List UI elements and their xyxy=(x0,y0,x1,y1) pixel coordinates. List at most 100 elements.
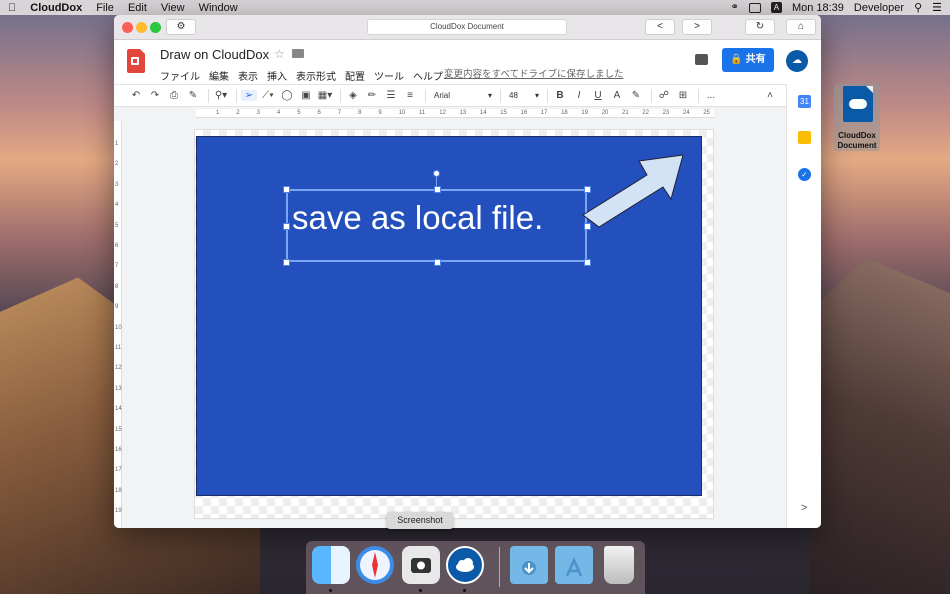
desert-dune-right xyxy=(810,257,950,594)
fill-color-icon[interactable]: ◈ xyxy=(345,90,361,101)
font-size-select[interactable]: 48 ▾ xyxy=(505,91,543,100)
account-avatar[interactable]: ☁ xyxy=(786,50,808,72)
ruler-tick-label: 18 xyxy=(115,487,122,494)
resize-handle-tl[interactable] xyxy=(283,186,290,193)
tasks-icon[interactable]: ✓ xyxy=(798,168,811,181)
drawings-logo-icon[interactable] xyxy=(127,49,145,73)
doc-menu-format[interactable]: 表示形式 xyxy=(296,68,336,83)
font-select[interactable]: Arial ▾ xyxy=(430,91,496,100)
doc-menu-insert[interactable]: 挿入 xyxy=(267,68,287,83)
collapse-toolbar-icon[interactable]: ˄ xyxy=(762,90,778,101)
clouddox-icon[interactable] xyxy=(446,546,484,584)
more-button[interactable]: ... xyxy=(703,90,719,101)
battery-icon[interactable] xyxy=(748,2,761,13)
resize-handle-l[interactable] xyxy=(283,223,290,230)
clouddox-document-icon xyxy=(843,86,873,122)
side-panel: 31 ✓ > xyxy=(786,84,821,528)
doc-menu-file[interactable]: ファイル xyxy=(160,68,200,83)
save-status-link[interactable]: 変更内容をすべてドライブに保存しました xyxy=(444,66,623,80)
lock-icon: 🔒 xyxy=(730,54,743,65)
folder-icon[interactable] xyxy=(292,49,304,58)
notification-center-icon[interactable]: ☰ xyxy=(932,1,942,14)
zoom-icon[interactable]: ⚲▾ xyxy=(213,90,229,101)
safari-icon[interactable] xyxy=(356,546,394,584)
ruler-tick-label: 1 xyxy=(115,141,119,147)
desktop-file-icon[interactable]: CloudDox Document xyxy=(834,83,880,151)
textbox-text[interactable]: save as local file. xyxy=(292,199,543,237)
spotlight-icon[interactable]: ⚲ xyxy=(914,1,922,14)
text-color-button[interactable]: A xyxy=(609,90,625,101)
minimize-window-button[interactable] xyxy=(136,22,147,33)
link-icon[interactable]: ☍ xyxy=(656,90,672,101)
creative-cloud-icon[interactable]: ⚭ xyxy=(731,2,739,13)
keep-icon[interactable] xyxy=(798,131,811,144)
share-button[interactable]: 🔒 共有 xyxy=(722,48,774,72)
rotate-handle[interactable] xyxy=(433,170,440,177)
toolbar-divider xyxy=(651,88,652,103)
star-icon[interactable]: ☆ xyxy=(274,47,285,61)
doc-menu-help[interactable]: ヘルプ xyxy=(413,68,443,83)
comment-icon[interactable] xyxy=(695,54,708,65)
border-weight-icon[interactable]: ☰ xyxy=(383,90,399,101)
window-titlebar: ⚙ CloudDox Document < > ↻ ⌂ xyxy=(114,15,821,40)
underline-button[interactable]: U xyxy=(590,90,606,101)
add-comment-icon[interactable]: ⊞ xyxy=(675,90,691,101)
trash-icon[interactable] xyxy=(604,546,634,584)
selected-textbox[interactable]: save as local file. xyxy=(283,186,591,266)
resize-handle-bl[interactable] xyxy=(283,259,290,266)
calendar-icon[interactable]: 31 xyxy=(798,95,811,108)
line-tool-icon[interactable]: ⟋▾ xyxy=(260,90,276,101)
menu-app-name[interactable]: CloudDox xyxy=(30,2,82,14)
ruler-tick-label: 17 xyxy=(540,110,548,116)
resize-handle-t[interactable] xyxy=(434,186,441,193)
shape-tool-icon[interactable]: ◯ xyxy=(279,90,295,101)
blue-background-rect[interactable]: save as local file. xyxy=(196,136,702,496)
textbox-tool-icon[interactable]: ▣ xyxy=(298,90,314,101)
zoom-window-button[interactable] xyxy=(150,22,161,33)
input-source-icon[interactable]: A xyxy=(770,2,782,13)
ruler-tick-label: 7 xyxy=(115,263,119,270)
doc-menu-arrange[interactable]: 配置 xyxy=(345,68,365,83)
drawing-page[interactable]: save as local file. xyxy=(194,129,714,519)
dock-separator xyxy=(499,547,500,587)
downloads-folder-icon[interactable] xyxy=(510,546,548,584)
menu-view[interactable]: View xyxy=(161,2,185,14)
border-dash-icon[interactable]: ≡ xyxy=(402,90,418,101)
resize-handle-b[interactable] xyxy=(434,259,441,266)
back-button[interactable]: < xyxy=(645,19,675,35)
bold-button[interactable]: B xyxy=(552,90,568,101)
highlight-icon[interactable]: ✎ xyxy=(628,90,644,101)
undo-icon[interactable]: ↶ xyxy=(128,90,144,101)
redo-icon[interactable]: ↷ xyxy=(147,90,163,101)
print-icon[interactable]: ⎙ xyxy=(166,90,182,101)
apple-icon[interactable]:  xyxy=(8,2,16,14)
home-button[interactable]: ⌂ xyxy=(786,19,816,35)
expand-panel-icon[interactable]: > xyxy=(801,502,807,514)
menu-window[interactable]: Window xyxy=(199,2,238,14)
forward-button[interactable]: > xyxy=(682,19,712,35)
applications-folder-icon[interactable] xyxy=(555,546,593,584)
paint-format-icon[interactable]: ✎ xyxy=(185,90,201,101)
doc-menu-tools[interactable]: ツール xyxy=(374,68,404,83)
resize-handle-br[interactable] xyxy=(584,259,591,266)
settings-button[interactable]: ⚙ xyxy=(166,19,196,35)
menu-user[interactable]: Developer xyxy=(854,2,904,14)
doc-menu-edit[interactable]: 編集 xyxy=(209,68,229,83)
italic-button[interactable]: I xyxy=(571,90,587,101)
document-title[interactable]: Draw on CloudDox xyxy=(160,47,269,62)
menu-clock[interactable]: Mon 18:39 xyxy=(792,2,844,14)
doc-menu-view[interactable]: 表示 xyxy=(238,68,258,83)
close-window-button[interactable] xyxy=(122,22,133,33)
camera-icon xyxy=(411,558,431,573)
refresh-button[interactable]: ↻ xyxy=(745,19,775,35)
share-label: 共有 xyxy=(745,54,766,65)
menu-file[interactable]: File xyxy=(96,2,114,14)
desktop-file-label-1: CloudDox xyxy=(838,131,876,140)
arrow-shape[interactable] xyxy=(577,145,689,233)
image-tool-icon[interactable]: ▦▾ xyxy=(317,90,333,101)
finder-icon[interactable] xyxy=(312,546,350,584)
select-pointer-icon[interactable]: ➢ xyxy=(241,90,257,101)
screenshot-icon[interactable] xyxy=(402,546,440,584)
menu-edit[interactable]: Edit xyxy=(128,2,147,14)
border-color-icon[interactable]: ✏ xyxy=(364,90,380,101)
